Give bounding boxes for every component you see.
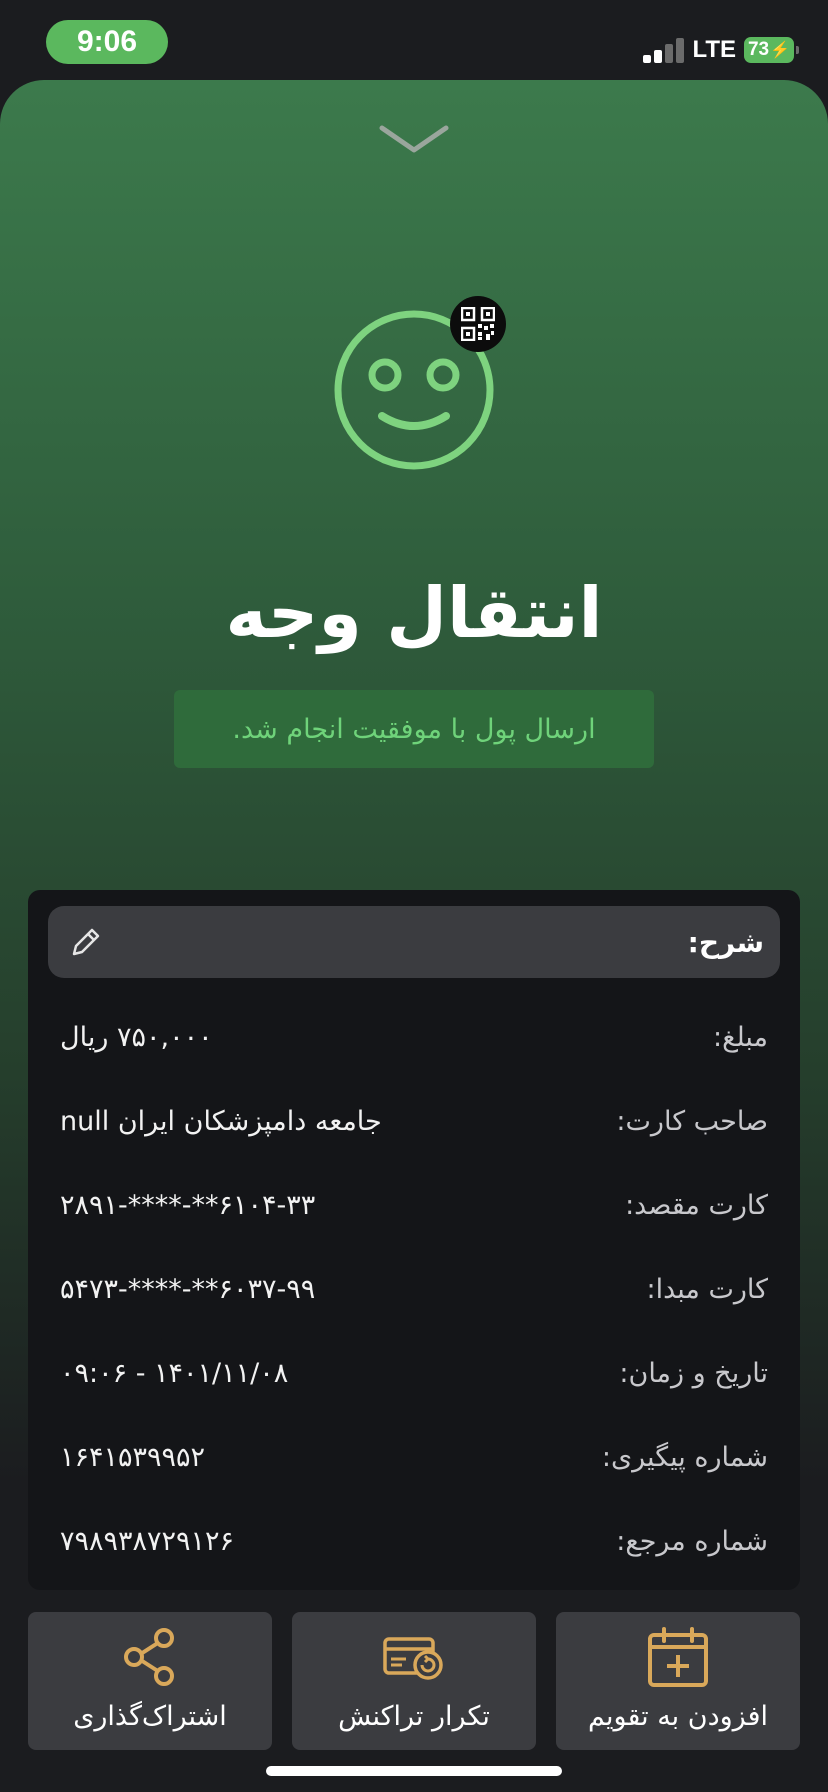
detail-row-amount: ۷۵۰,۰۰۰ ریال مبلغ: [60,1012,768,1062]
calendar-add-icon [648,1627,708,1687]
repeat-transaction-label: تکرار تراکنش [338,1701,490,1732]
share-icon [124,1628,174,1686]
detail-row-destination-card: ۶۱۰۴-۳۳**-****-۲۸۹۱ کارت مقصد: [60,1180,768,1230]
reference-number-value: ۷۹۸۹۳۸۷۲۹۱۲۶ [60,1525,235,1557]
card-owner-value: جامعه دامپزشکان ایران null [60,1105,382,1137]
add-to-calendar-button[interactable]: افزودن به تقویم [556,1612,800,1750]
amount-label: مبلغ: [712,1021,768,1053]
battery-icon: 73 ⚡ [744,37,799,63]
source-card-value: ۶۰۳۷-۹۹**-****-۵۴۷۳ [60,1273,316,1305]
datetime-label: تاریخ و زمان: [619,1357,768,1389]
destination-card-value: ۶۱۰۴-۳۳**-****-۲۸۹۱ [60,1189,316,1221]
network-type: LTE [692,36,736,63]
detail-row-card-owner: جامعه دامپزشکان ایران null صاحب کارت: [60,1096,768,1146]
action-bar: اشتراک‌گذاری تکرار تراکنش افزودن به تقوی… [28,1612,800,1750]
pencil-icon[interactable] [68,924,104,960]
card-owner-label: صاحب کارت: [616,1105,768,1137]
detail-row-reference-number: ۷۹۸۹۳۸۷۲۹۱۲۶ شماره مرجع: [60,1516,768,1566]
share-label: اشتراک‌گذاری [73,1701,227,1732]
repeat-transaction-icon [383,1637,443,1680]
datetime-value: ۱۴۰۱/۱۱/۰۸ - ۰۹:۰۶ [60,1357,289,1389]
source-card-label: کارت مبدا: [646,1273,769,1305]
add-to-calendar-label: افزودن به تقویم [588,1701,768,1732]
home-indicator[interactable] [266,1766,562,1776]
detail-row-tracking-number: ۱۶۴۱۵۳۹۹۵۲ شماره پیگیری: [60,1432,768,1482]
page-title: انتقال وجه [225,572,603,654]
detail-row-datetime: ۱۴۰۱/۱۱/۰۸ - ۰۹:۰۶ تاریخ و زمان: [60,1348,768,1398]
transaction-details-card: شرح: ۷۵۰,۰۰۰ ریال مبلغ: جامعه دامپزشکان … [28,890,800,1590]
signal-icon [643,37,685,63]
chevron-down-icon[interactable] [378,122,450,158]
battery-level: 73 [747,39,770,60]
reference-number-label: شماره مرجع: [616,1525,768,1557]
share-button[interactable]: اشتراک‌گذاری [28,1612,272,1750]
tracking-number-label: شماره پیگیری: [601,1441,768,1473]
description-field[interactable]: شرح: [48,906,780,978]
detail-row-source-card: ۶۰۳۷-۹۹**-****-۵۴۷۳ کارت مبدا: [60,1264,768,1314]
repeat-transaction-button[interactable]: تکرار تراکنش [292,1612,536,1750]
status-bar: 9:06 LTE 73 ⚡ [0,0,828,80]
status-indicators: LTE 73 ⚡ [643,34,799,66]
amount-value: ۷۵۰,۰۰۰ ریال [60,1021,213,1053]
tracking-number-value: ۱۶۴۱۵۳۹۹۵۲ [60,1441,206,1473]
status-message: ارسال پول با موفقیت انجام شد. [174,690,654,768]
qr-code-icon[interactable] [450,296,506,352]
status-time: 9:06 [46,20,168,64]
description-label: شرح: [687,925,764,959]
destination-card-label: کارت مقصد: [625,1189,768,1221]
